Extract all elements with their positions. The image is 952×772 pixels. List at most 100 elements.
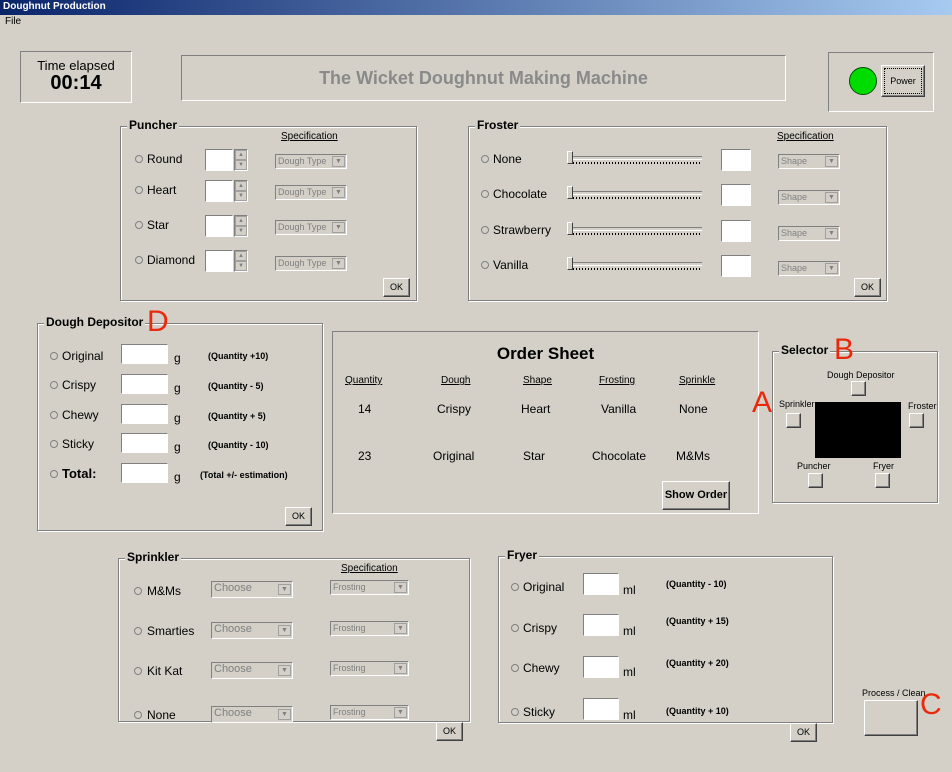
- fryer-sticky-radio[interactable]: [511, 708, 519, 716]
- selector-dough-depositor-button[interactable]: [851, 381, 866, 396]
- froster-strawberry-slider[interactable]: [567, 222, 702, 236]
- sprinkler-mms-choose-value: Choose: [214, 582, 252, 594]
- sprinkler-title: Sprinkler: [125, 550, 182, 564]
- menu-file[interactable]: File: [5, 16, 21, 27]
- fryer-chewy-input[interactable]: [583, 656, 619, 678]
- froster-vanilla-slider[interactable]: [567, 257, 702, 271]
- sprinkler-kitkat-frosting[interactable]: Frosting ▼: [330, 661, 409, 676]
- puncher-ok-button[interactable]: OK: [383, 278, 410, 297]
- puncher-diamond-spinner[interactable]: ▲ ▼: [234, 250, 248, 272]
- puncher-heart-spinner[interactable]: ▲ ▼: [234, 180, 248, 202]
- process-clean-button[interactable]: [864, 700, 918, 736]
- chevron-down-icon: ▼: [825, 156, 838, 167]
- sprinkler-mms-choose[interactable]: Choose ▼: [211, 581, 293, 598]
- froster-vanilla-input[interactable]: [721, 255, 751, 277]
- froster-none-slider[interactable]: [567, 151, 702, 165]
- puncher-star-radio[interactable]: [135, 221, 143, 229]
- depositor-original-radio[interactable]: [50, 352, 58, 360]
- froster-vanilla-radio[interactable]: [481, 261, 489, 269]
- froster-chocolate-radio[interactable]: [481, 190, 489, 198]
- froster-none-dropdown-value: Shape: [781, 156, 808, 166]
- selector-puncher-label: Puncher: [797, 461, 831, 471]
- order-header-frosting: Frosting: [599, 375, 636, 386]
- puncher-diamond-dropdown[interactable]: Dough Type ▼: [275, 256, 347, 271]
- depositor-crispy-input[interactable]: [121, 374, 168, 394]
- froster-group: Froster Specification None Shape ▼ Chocol…: [468, 118, 887, 301]
- fryer-original-radio[interactable]: [511, 583, 519, 591]
- depositor-chewy-input[interactable]: [121, 404, 168, 424]
- depositor-original-input[interactable]: [121, 344, 168, 364]
- selector-froster-button[interactable]: [909, 413, 924, 428]
- depositor-crispy-radio[interactable]: [50, 381, 58, 389]
- puncher-diamond-radio[interactable]: [135, 256, 143, 264]
- froster-none-input[interactable]: [721, 149, 751, 171]
- sprinkler-smarties-frosting[interactable]: Frosting ▼: [330, 621, 409, 636]
- fryer-original-label: Original: [523, 580, 565, 594]
- fryer-crispy-radio[interactable]: [511, 624, 519, 632]
- puncher-diamond-input[interactable]: [205, 250, 233, 272]
- sprinkler-kitkat-radio[interactable]: [134, 667, 142, 675]
- depositor-total-input[interactable]: [121, 463, 168, 483]
- froster-strawberry-dropdown[interactable]: Shape ▼: [778, 226, 840, 241]
- fryer-chewy-unit: ml: [623, 665, 636, 679]
- selector-fryer-button[interactable]: [875, 473, 890, 488]
- froster-strawberry-input[interactable]: [721, 220, 751, 242]
- sprinkler-none-radio[interactable]: [134, 711, 142, 719]
- depositor-original-unit: g: [174, 351, 181, 365]
- dough-depositor-title: Dough Depositor: [44, 315, 146, 329]
- froster-chocolate-dropdown[interactable]: Shape ▼: [778, 190, 840, 205]
- puncher-heart-dropdown[interactable]: Dough Type ▼: [275, 185, 347, 200]
- puncher-title: Puncher: [127, 118, 180, 132]
- banner-title: The Wicket Doughnut Making Machine: [319, 68, 648, 88]
- sprinkler-none-frosting[interactable]: Frosting ▼: [330, 705, 409, 720]
- show-order-button[interactable]: Show Order: [662, 481, 730, 510]
- sprinkler-kitkat-choose[interactable]: Choose ▼: [211, 662, 293, 679]
- puncher-star-dropdown[interactable]: Dough Type ▼: [275, 220, 347, 235]
- puncher-round-input[interactable]: [205, 149, 233, 171]
- froster-vanilla-dropdown[interactable]: Shape ▼: [778, 261, 840, 276]
- froster-ok-button[interactable]: OK: [854, 278, 881, 297]
- selector-puncher-button[interactable]: [808, 473, 823, 488]
- chevron-down-icon: ▼: [278, 584, 291, 595]
- sprinkler-none-choose[interactable]: Choose ▼: [211, 706, 293, 723]
- sprinkler-mms-radio[interactable]: [134, 587, 142, 595]
- puncher-heart-input[interactable]: [205, 180, 233, 202]
- puncher-star-spinner[interactable]: ▲ ▼: [234, 215, 248, 237]
- depositor-sticky-input[interactable]: [121, 433, 168, 453]
- froster-vanilla-dropdown-value: Shape: [781, 263, 808, 273]
- puncher-star-input[interactable]: [205, 215, 233, 237]
- fryer-sticky-input[interactable]: [583, 698, 619, 720]
- sprinkler-mms-frosting[interactable]: Frosting ▼: [330, 580, 409, 595]
- selector-sprinkler-button[interactable]: [786, 413, 801, 428]
- fryer-chewy-radio[interactable]: [511, 664, 519, 672]
- fryer-original-input[interactable]: [583, 573, 619, 595]
- puncher-round-radio[interactable]: [135, 155, 143, 163]
- power-button[interactable]: Power: [881, 65, 925, 97]
- froster-chocolate-slider[interactable]: [567, 186, 702, 200]
- froster-none-radio[interactable]: [481, 155, 489, 163]
- chevron-down-icon: ▼: [332, 156, 345, 167]
- sprinkler-none-choose-value: Choose: [214, 707, 252, 719]
- fryer-crispy-input[interactable]: [583, 614, 619, 636]
- sprinkler-none-frosting-value: Frosting: [333, 707, 366, 717]
- sprinkler-smarties-choose[interactable]: Choose ▼: [211, 622, 293, 639]
- puncher-round-spinner[interactable]: ▲ ▼: [234, 149, 248, 171]
- window-title: Doughnut Production: [3, 1, 106, 12]
- sprinkler-smarties-radio[interactable]: [134, 627, 142, 635]
- froster-chocolate-input[interactable]: [721, 184, 751, 206]
- froster-strawberry-radio[interactable]: [481, 226, 489, 234]
- froster-none-dropdown[interactable]: Shape ▼: [778, 154, 840, 169]
- annotation-c: C: [920, 688, 942, 721]
- order-row1-sprinkle: None: [679, 402, 708, 416]
- fryer-ok-button[interactable]: OK: [790, 723, 817, 742]
- depositor-chewy-radio[interactable]: [50, 411, 58, 419]
- time-elapsed-panel: Time elapsed 00:14: [20, 51, 132, 103]
- depositor-ok-button[interactable]: OK: [285, 507, 312, 526]
- puncher-heart-radio[interactable]: [135, 186, 143, 194]
- puncher-round-dropdown[interactable]: Dough Type ▼: [275, 154, 347, 169]
- depositor-total-radio[interactable]: [50, 470, 58, 478]
- sprinkler-ok-button[interactable]: OK: [436, 722, 463, 741]
- chevron-down-icon: ▼: [278, 709, 291, 720]
- depositor-sticky-radio[interactable]: [50, 440, 58, 448]
- power-label: Power: [890, 76, 916, 86]
